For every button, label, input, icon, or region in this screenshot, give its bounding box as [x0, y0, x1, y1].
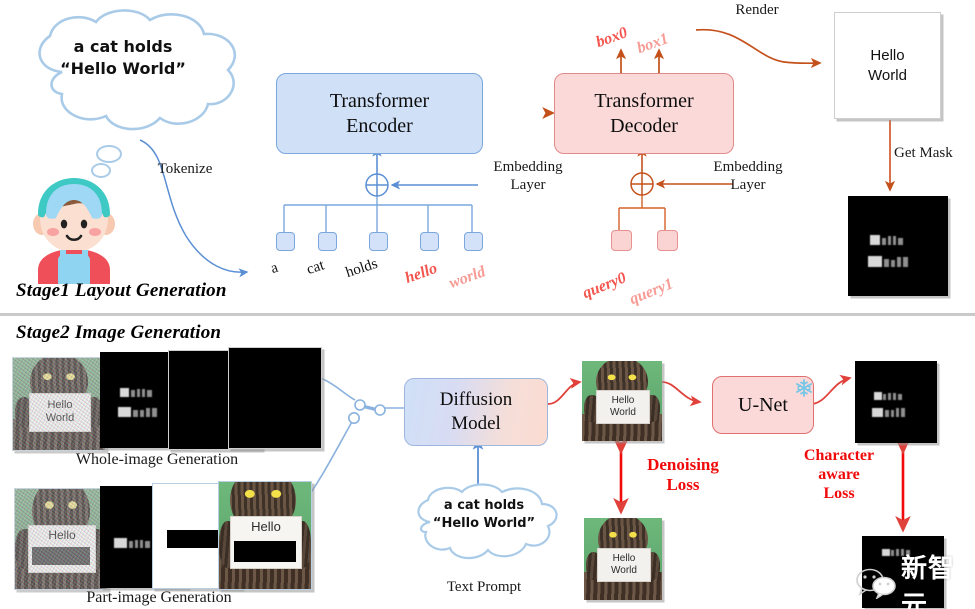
part-mask-b4: [145, 541, 150, 548]
whole-mask-row1-b1: [133, 410, 138, 417]
pm-row0-cap: [874, 392, 882, 400]
pm-row1-b1: [885, 410, 889, 417]
whole-mask-row0-b4: [147, 390, 152, 397]
stage1-title: Stage1 Layout Generation: [16, 280, 227, 301]
whole-mask-row1-cap: [118, 407, 131, 417]
part-image-clean-result: Hello: [218, 481, 312, 590]
transformer-encoder-box[interactable]: Transformer Encoder: [276, 73, 483, 154]
mask-glyph-row-0-b4: [898, 238, 903, 245]
pm-row1-b2: [891, 410, 894, 417]
token-square-4: [464, 232, 483, 251]
denoising-loss-label: Denoising Loss: [647, 455, 719, 495]
render-output-card: Hello World: [834, 12, 941, 119]
user-avatar: [22, 172, 126, 289]
gt-photo-sign: Hello World: [597, 547, 651, 583]
diffusion-model-label: Diffusion Model: [439, 389, 513, 434]
embedding-layer-label-right: Embedding Layer: [713, 159, 783, 193]
unet-label: U-Net: [738, 393, 788, 416]
transformer-decoder-label: Transformer Decoder: [594, 89, 694, 137]
part-mask-cap: [114, 538, 127, 548]
pm-row0-b4: [898, 394, 902, 400]
pred-photo-sign-text: Hello World: [610, 395, 636, 418]
result-photo-blackbar: [233, 540, 297, 563]
mask-glyph-row-0-cap: [870, 235, 880, 245]
result-photo-sign-text: Hello: [251, 519, 281, 535]
watermark-text: 新智元: [901, 554, 956, 609]
mask-glyph-row-0-body: [882, 238, 886, 245]
whole-image-noisy-sample: Hello World: [12, 357, 106, 451]
part-image-noisy-sample: Hello: [14, 488, 108, 590]
mask-glyph-row-0-b3: [893, 236, 896, 245]
part-photo-blackbar: [31, 547, 91, 565]
mask-glyph-row-1-cap: [868, 256, 882, 267]
render-label: Render: [735, 2, 779, 18]
pm-row0-b2: [888, 393, 891, 400]
denoised-prediction-image: Hello World: [582, 361, 662, 441]
token-square-3: [420, 232, 439, 251]
diagram-root: a cat holds “Hello World” Tokenize Trans…: [0, 0, 975, 609]
whole-mask-row0-b1: [131, 390, 135, 397]
transformer-decoder-box[interactable]: Transformer Decoder: [554, 73, 734, 154]
wechat-icon: [855, 567, 897, 604]
pred-photo-sign: Hello World: [595, 389, 651, 424]
part-mask-b3: [140, 540, 143, 548]
prompt-cloud-stage1-text: a cat holds “Hello World”: [60, 37, 186, 78]
part-image-caption: Part-image Generation: [86, 589, 232, 606]
part-photo-sign-text: Hello: [48, 528, 76, 542]
predicted-character-mask: [855, 361, 937, 443]
part-mask-b1: [129, 541, 133, 548]
token-square-2: [369, 232, 388, 251]
whole-mask-row0-b3: [142, 389, 145, 397]
photo-sign: Hello World: [28, 392, 92, 432]
pm-row0-b3: [893, 393, 896, 400]
pm-row1-cap: [872, 408, 883, 417]
stage-divider: [0, 313, 975, 316]
whole-mask-row0-b2: [137, 389, 140, 397]
stage2-title: Stage2 Image Generation: [16, 322, 222, 343]
pm-row0-b1: [883, 394, 886, 400]
token-square-0: [276, 232, 295, 251]
whole-image-mask-3: [228, 347, 322, 449]
whole-mask-row1-b2: [140, 410, 144, 417]
render-output-card-text: Hello World: [868, 47, 907, 84]
query-square-1: [657, 230, 678, 251]
diffusion-model-box[interactable]: Diffusion Model: [404, 378, 548, 446]
groundtruth-image: Hello World: [584, 518, 662, 600]
text-prompt-caption: Text Prompt: [446, 579, 522, 595]
text-prompt-cloud-text: a cat holds “Hello World”: [432, 498, 536, 531]
whole-image-caption: Whole-image Generation: [75, 451, 239, 468]
pm-row1-b4: [901, 408, 905, 417]
query-square-0: [611, 230, 632, 251]
pm-row1-b3: [896, 408, 899, 417]
whole-mask-row0-cap: [120, 388, 129, 397]
thought-bubble-large: [96, 145, 122, 163]
embedding-layer-label-left: Embedding Layer: [493, 159, 563, 193]
part-mask-b2: [135, 540, 138, 548]
whole-mask-row1-b3: [146, 408, 150, 417]
prompt-cloud-stage1: [14, 6, 259, 156]
transformer-encoder-label: Transformer Encoder: [329, 89, 430, 137]
mask-glyph-row-1-b3: [897, 257, 901, 267]
tokenize-label: Tokenize: [157, 161, 213, 177]
photo-sign-text: Hello World: [45, 399, 75, 425]
get-mask-label: Get Mask: [894, 145, 953, 161]
mask-glyph-row-1-body: [884, 259, 889, 267]
mask-glyph-row-0-b2: [888, 236, 891, 245]
mask-glyph-row-1-b4: [903, 257, 908, 267]
gt-photo-sign-text: Hello World: [611, 553, 637, 576]
whole-mask-row1-b4: [152, 408, 157, 417]
character-aware-loss-label: Character aware Loss: [803, 447, 875, 502]
mask-output-image-stage1: [848, 196, 948, 296]
wechat-watermark: 新智元: [855, 548, 975, 609]
mask-glyph-row-1-b2: [891, 260, 895, 267]
token-square-1: [318, 232, 337, 251]
snowflake-icon: [794, 378, 814, 403]
